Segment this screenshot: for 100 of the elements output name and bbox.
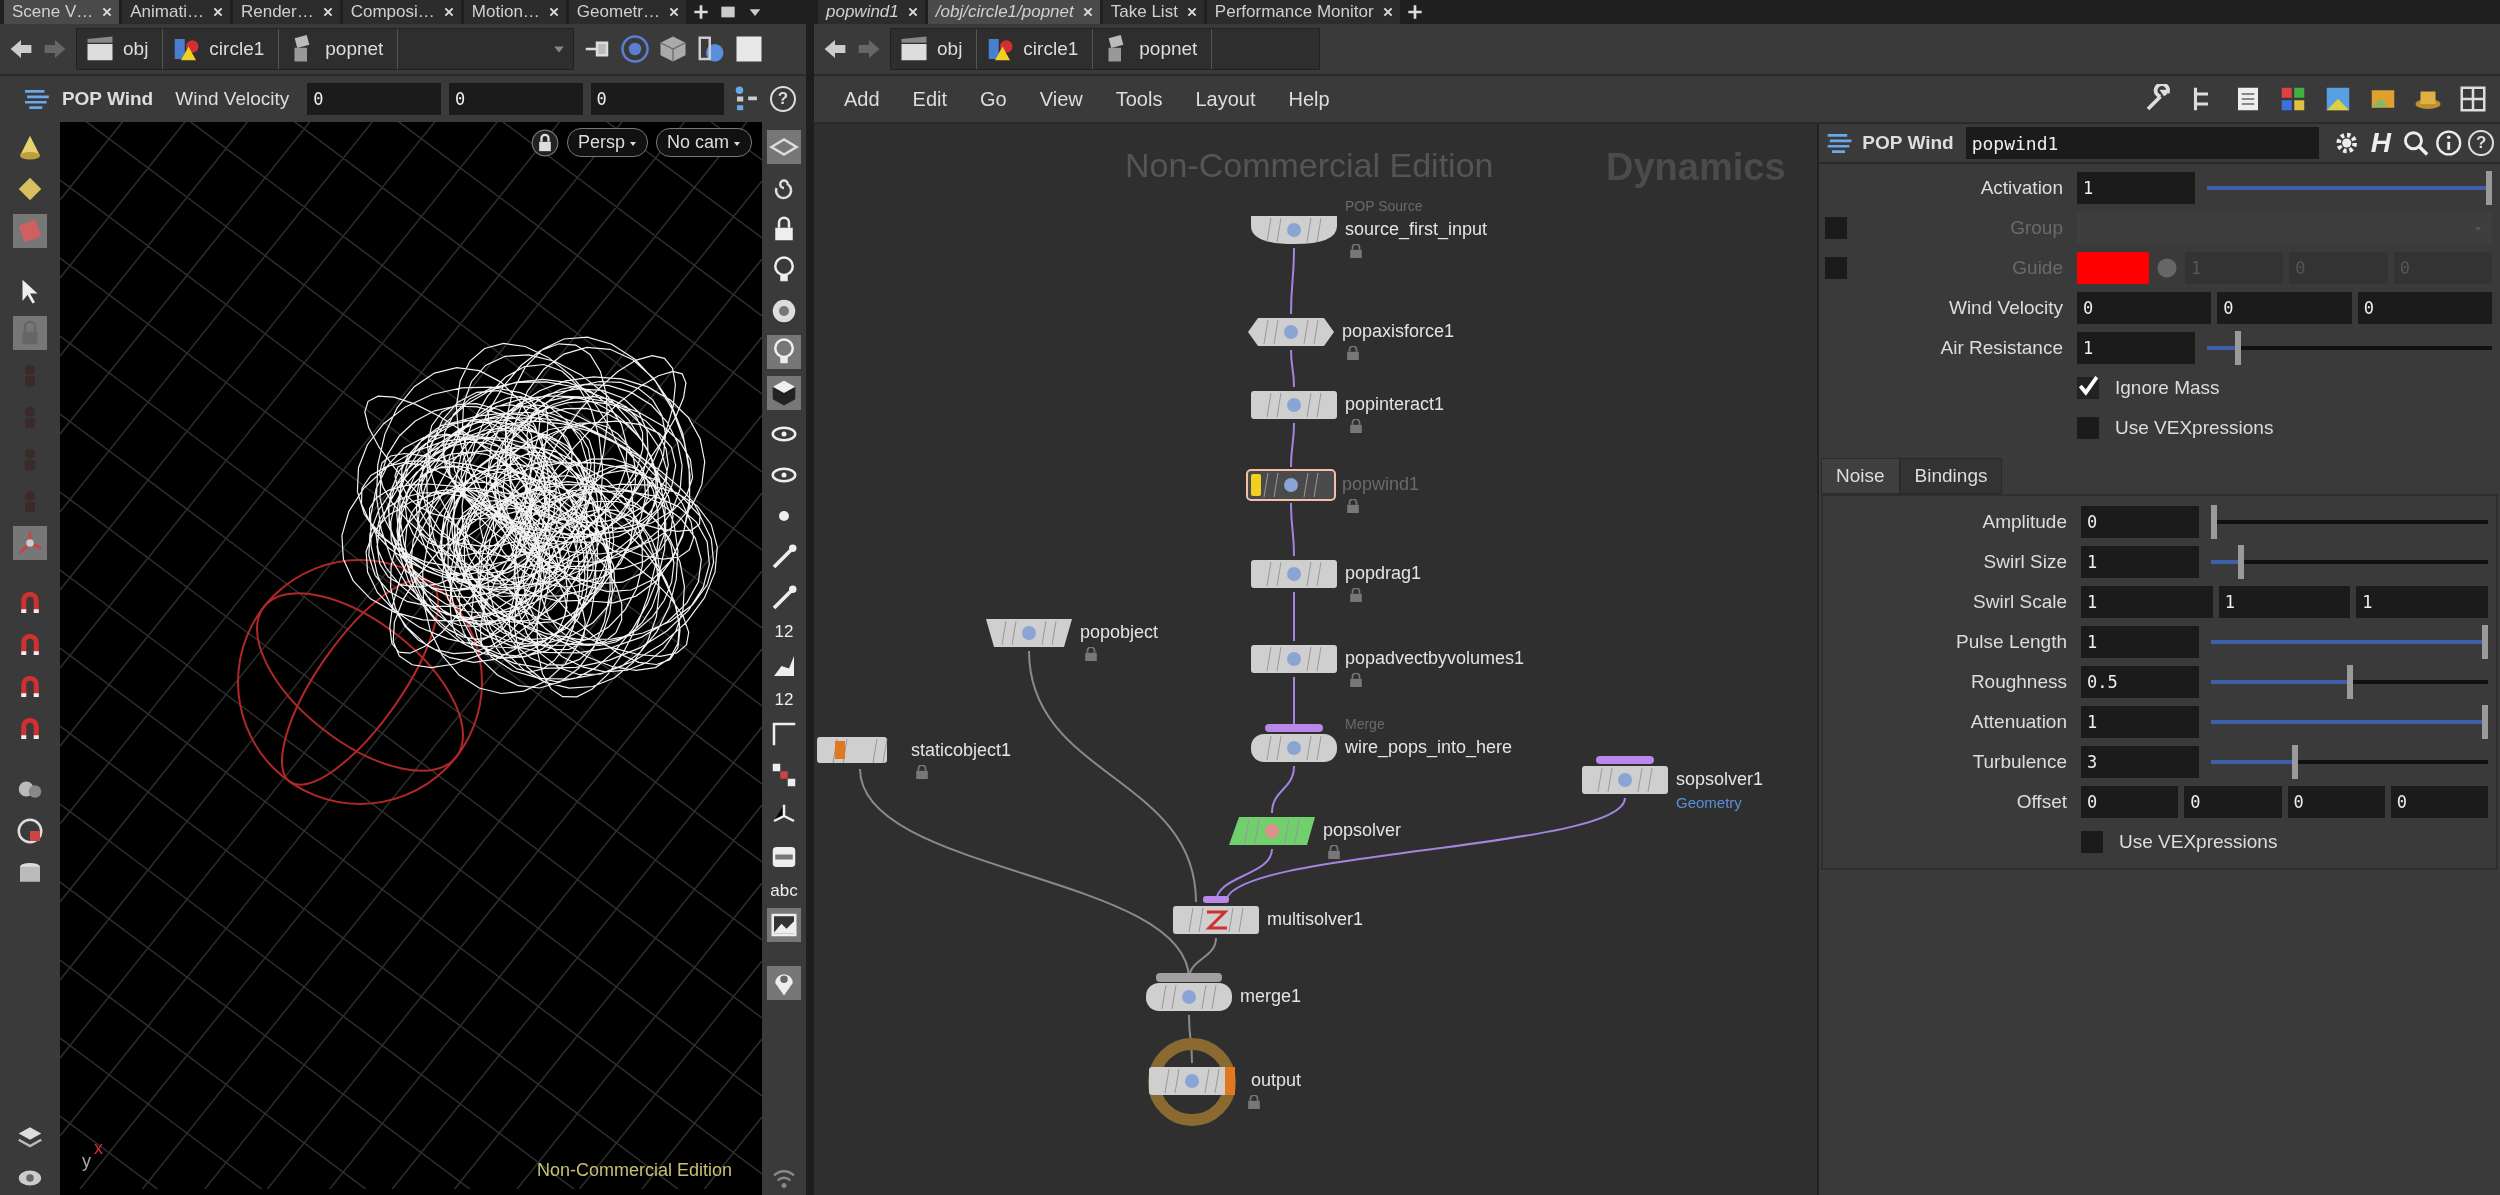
tool-label[interactable]: 12 xyxy=(774,622,794,642)
plus-icon[interactable] xyxy=(1406,4,1423,20)
path-crumb[interactable]: obj xyxy=(77,29,164,69)
info-icon[interactable] xyxy=(2435,129,2463,157)
pane-tab[interactable]: Geometr… xyxy=(568,0,686,24)
close-icon[interactable] xyxy=(1081,6,1094,18)
image-icon[interactable] xyxy=(767,908,801,942)
connection-wire xyxy=(1290,247,1295,315)
axes-icon[interactable] xyxy=(13,526,47,560)
close-icon[interactable] xyxy=(1381,6,1394,18)
menu-item[interactable]: View xyxy=(1039,87,1083,111)
slider-handle[interactable] xyxy=(2234,331,2241,365)
checkbox[interactable] xyxy=(2081,831,2103,853)
menu-item[interactable]: Help xyxy=(1288,87,1330,111)
number-field[interactable]: 0 xyxy=(2077,292,2212,324)
grid-icon[interactable] xyxy=(2458,84,2488,114)
number-field[interactable]: 1 xyxy=(2081,706,2199,738)
close-icon[interactable] xyxy=(211,6,224,18)
folder-tab[interactable]: Bindings xyxy=(1899,458,2003,494)
number-field[interactable]: 0 xyxy=(2287,786,2385,818)
slider-handle[interactable] xyxy=(2211,505,2217,539)
number-field[interactable]: 1 xyxy=(2077,172,2195,204)
path-crumb[interactable]: circle1 xyxy=(977,29,1094,69)
number-field[interactable]: 0 xyxy=(590,83,725,115)
menu-item[interactable]: Layout xyxy=(1195,87,1256,111)
network-canvas[interactable] xyxy=(814,124,1817,1195)
slider-handle[interactable] xyxy=(2482,625,2488,659)
close-icon[interactable] xyxy=(668,6,680,18)
square-icon[interactable] xyxy=(720,4,736,20)
node-name-field[interactable]: popwind1 xyxy=(1965,127,2319,159)
number-field[interactable]: 1 xyxy=(2081,626,2199,658)
shapes-icon[interactable] xyxy=(696,34,726,64)
layers-icon[interactable] xyxy=(767,130,801,164)
number-field[interactable]: 1 xyxy=(2077,332,2195,364)
close-icon[interactable] xyxy=(1185,6,1198,18)
close-icon[interactable] xyxy=(101,6,114,18)
viewport-background[interactable]: y x Persp No cam Non-Commercial Edition xyxy=(60,122,762,1195)
help-button[interactable]: ? xyxy=(2468,130,2494,156)
pin-icon[interactable] xyxy=(767,966,801,1000)
folder-tab[interactable]: Noise xyxy=(1821,458,1900,494)
path-crumb[interactable]: obj xyxy=(891,29,978,69)
number-field[interactable]: 0 xyxy=(2217,292,2352,324)
slider-handle[interactable] xyxy=(2482,705,2488,739)
number-field[interactable]: 0 xyxy=(2081,506,2199,538)
pane-tab[interactable]: popwind1 xyxy=(818,0,925,24)
pane-tab[interactable]: Render… xyxy=(232,0,340,24)
menu-item[interactable]: Add xyxy=(844,87,880,111)
close-icon[interactable] xyxy=(321,6,334,18)
menu-item[interactable]: Tools xyxy=(1115,87,1163,111)
number-field[interactable]: 0 xyxy=(448,83,583,115)
menu-item[interactable]: Edit xyxy=(912,87,948,111)
path-crumb[interactable]: popnet xyxy=(1093,29,1213,69)
path-crumb[interactable]: circle1 xyxy=(163,29,280,69)
number-field[interactable]: 0 xyxy=(2184,786,2282,818)
checkbox-label: Ignore Mass xyxy=(2115,377,2220,399)
checkbox[interactable] xyxy=(2077,417,2099,439)
pane-tab[interactable]: Take List xyxy=(1102,0,1204,24)
parameter-label: Amplitude xyxy=(1981,511,2067,533)
menu-item[interactable]: Go xyxy=(980,87,1007,111)
number-field[interactable]: 1 xyxy=(2356,586,2488,618)
number-field[interactable]: 3 xyxy=(2081,746,2199,778)
close-icon[interactable] xyxy=(906,6,919,18)
number-field[interactable]: 0 xyxy=(2357,292,2492,324)
pane-tab[interactable]: Animati… xyxy=(122,0,230,24)
pane-tab[interactable]: Composi… xyxy=(342,0,461,24)
camera-menu-button[interactable]: Persp xyxy=(566,128,648,157)
slider-handle[interactable] xyxy=(2292,745,2299,779)
hda-button[interactable]: H xyxy=(2366,127,2396,159)
slider-handle[interactable] xyxy=(2486,171,2492,205)
camera-menu-button[interactable]: No cam xyxy=(656,128,752,157)
slider-handle[interactable] xyxy=(2346,665,2353,699)
parameter-label: Offset xyxy=(2015,791,2067,813)
axis-label: x xyxy=(94,1138,103,1158)
parameter-label: Pulse Length xyxy=(1955,631,2067,653)
tool-label[interactable]: 12 xyxy=(774,690,794,710)
cube-icon[interactable] xyxy=(767,376,801,410)
close-icon[interactable] xyxy=(547,6,560,18)
node-type-label: Merge xyxy=(1345,716,1385,732)
path-crumb[interactable]: popnet xyxy=(279,29,399,69)
slider-handle[interactable] xyxy=(2238,545,2245,579)
pane-tab[interactable]: /obj/circle1/popnet xyxy=(927,0,1100,24)
target-icon[interactable] xyxy=(620,34,650,64)
tool-label[interactable]: abc xyxy=(770,881,798,901)
search-icon[interactable] xyxy=(2401,129,2429,157)
pane-tab[interactable]: Motion… xyxy=(463,0,566,24)
plus-icon[interactable] xyxy=(693,4,709,20)
square-icon[interactable] xyxy=(734,34,764,64)
number-field[interactable]: 0 xyxy=(2081,786,2179,818)
close-icon[interactable] xyxy=(442,6,455,18)
checkbox[interactable] xyxy=(2077,377,2099,399)
number-field[interactable]: 1 xyxy=(2218,586,2351,618)
help-button[interactable]: ? xyxy=(770,86,796,112)
lock-icon[interactable] xyxy=(530,128,559,157)
number-field[interactable]: 0 xyxy=(307,83,441,115)
number-field[interactable]: 1 xyxy=(2081,586,2213,618)
pane-tab[interactable]: Performance Monitor xyxy=(1206,0,1400,24)
pane-tab[interactable]: Scene V… xyxy=(4,0,120,24)
number-field[interactable]: 0 xyxy=(2390,786,2488,818)
number-field[interactable]: 0.5 xyxy=(2081,666,2199,698)
number-field[interactable]: 1 xyxy=(2081,546,2199,578)
